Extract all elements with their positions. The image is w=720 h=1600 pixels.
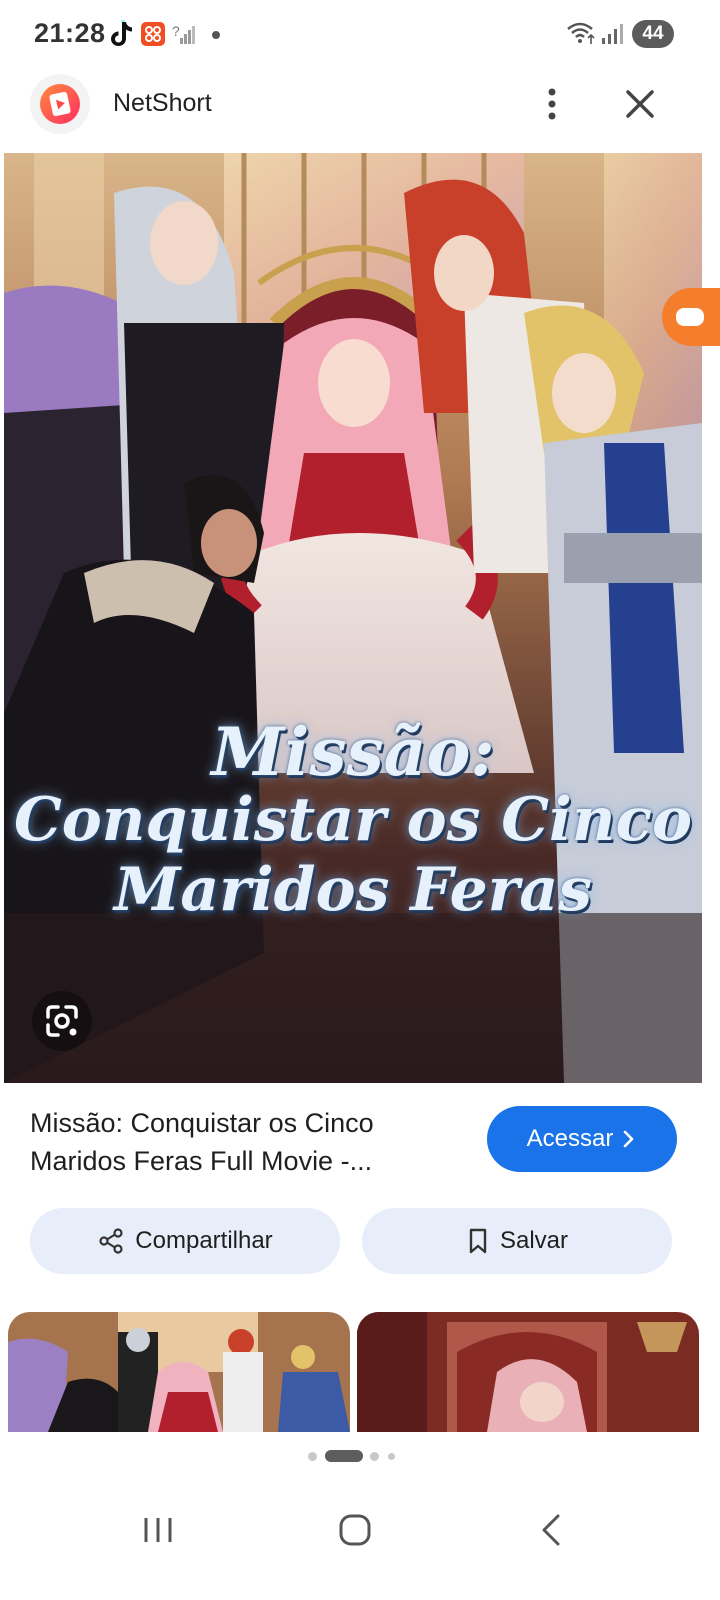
more-vert-icon bbox=[548, 88, 556, 120]
thumbnail-image-2 bbox=[357, 1312, 699, 1432]
status-dot bbox=[212, 31, 220, 39]
hero-image[interactable]: Missão: Conquistar os Cinco Maridos Fera… bbox=[4, 153, 702, 1083]
related-result-thumbnail-1[interactable] bbox=[8, 1312, 350, 1432]
chevron-right-icon bbox=[624, 1130, 634, 1148]
app-header: NetShort bbox=[0, 70, 720, 152]
netshort-logo-icon bbox=[30, 74, 90, 134]
floating-side-tab[interactable] bbox=[662, 288, 720, 346]
related-result-thumbnail-2[interactable] bbox=[357, 1312, 699, 1432]
signal-icon bbox=[602, 24, 623, 44]
app-title: NetShort bbox=[113, 89, 212, 117]
access-button-label: Acessar bbox=[526, 1125, 614, 1152]
system-navigation-bar bbox=[0, 1480, 720, 1600]
lens-search-icon bbox=[46, 1005, 78, 1037]
share-icon bbox=[99, 1228, 123, 1254]
bookmark-icon bbox=[469, 1228, 487, 1254]
floating-tab-icon bbox=[676, 308, 704, 326]
wifi-icon bbox=[567, 22, 595, 44]
carousel-dot bbox=[308, 1452, 317, 1461]
svg-text:?: ? bbox=[172, 23, 180, 39]
status-bar: 21:28 ? 44 bbox=[0, 0, 720, 70]
carousel-indicator bbox=[0, 1450, 720, 1462]
no-sim-signal-icon: ? bbox=[172, 23, 195, 44]
result-title-line-1: Missão: Conquistar os Cinco bbox=[30, 1108, 374, 1138]
result-title-line-2: Maridos Feras Full Movie -... bbox=[30, 1146, 373, 1176]
battery-indicator: 44 bbox=[632, 20, 674, 48]
save-button-label: Salvar bbox=[499, 1227, 569, 1254]
home-icon bbox=[339, 1514, 371, 1546]
share-button[interactable]: Compartilhar bbox=[30, 1208, 340, 1274]
back-icon bbox=[542, 1514, 560, 1546]
tiktok-icon bbox=[111, 20, 132, 46]
status-time: 21:28 bbox=[34, 18, 106, 48]
recents-button[interactable] bbox=[118, 1504, 198, 1556]
carousel-dot bbox=[370, 1452, 379, 1461]
result-title[interactable]: Missão: Conquistar os Cinco Maridos Fera… bbox=[30, 1104, 450, 1180]
cover-title-line-3: Maridos Feras bbox=[113, 855, 593, 925]
access-button[interactable]: Acessar bbox=[487, 1106, 677, 1172]
back-button[interactable] bbox=[512, 1504, 592, 1556]
more-options-button[interactable] bbox=[536, 84, 568, 124]
lens-search-button[interactable] bbox=[32, 991, 92, 1051]
cover-title-line-2: Conquistar os Cinco bbox=[13, 785, 693, 855]
home-button[interactable] bbox=[315, 1504, 395, 1556]
thumbnail-image-1 bbox=[8, 1312, 350, 1432]
close-icon bbox=[626, 90, 654, 118]
carousel-dot bbox=[388, 1453, 395, 1460]
save-button[interactable]: Salvar bbox=[362, 1208, 672, 1274]
carousel-dot-active bbox=[325, 1450, 363, 1462]
close-button[interactable] bbox=[620, 84, 660, 124]
cover-artwork bbox=[4, 153, 702, 1083]
recents-icon bbox=[144, 1518, 172, 1542]
app-notification-icon bbox=[141, 22, 165, 46]
cover-title-line-1: Missão: bbox=[211, 713, 495, 791]
share-button-label: Compartilhar bbox=[135, 1227, 273, 1254]
